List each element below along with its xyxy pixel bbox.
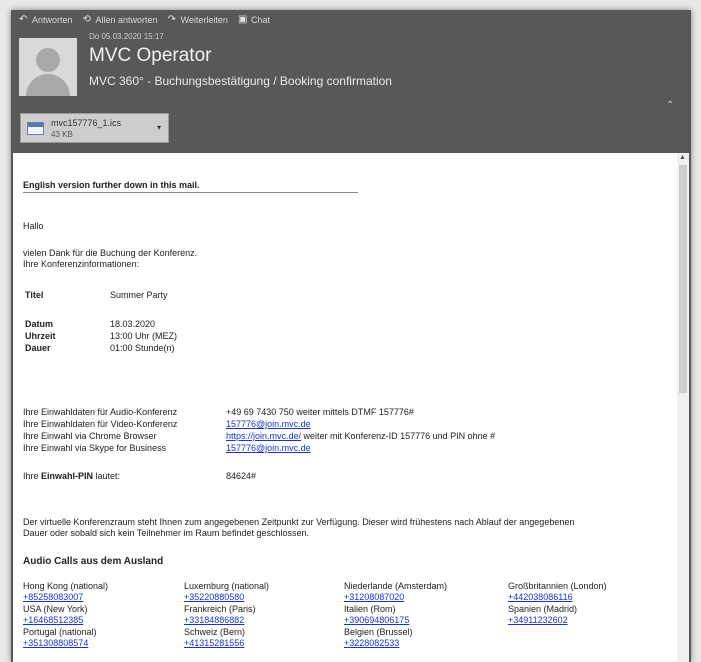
detail-value-title: Summer Party — [110, 290, 168, 300]
browser-dialin-suffix: weiter mit Konferenz-ID 157776 und PIN o… — [301, 431, 496, 441]
reply-button[interactable]: ↶ Antworten — [19, 14, 73, 26]
detail-value-duration: 01:00 Stunde(n) — [110, 343, 175, 353]
chat-icon: ▣ — [237, 14, 248, 25]
message-body: English version further down in this mai… — [13, 153, 689, 662]
chevron-down-icon[interactable]: ▾ — [157, 123, 161, 132]
phone-number-link[interactable]: +35220880580 — [184, 592, 244, 602]
phone-number-link[interactable]: +3228082533 — [344, 638, 399, 648]
country-label: Portugal (national) — [23, 627, 97, 637]
dialin-label-video: Ihre Einwahldaten für Video-Konferenz — [23, 419, 178, 429]
skype-dialin-link[interactable]: 157776@join.mvc.de — [226, 443, 311, 453]
reply-label: Antworten — [32, 15, 73, 25]
sender-name[interactable]: MVC Operator — [89, 45, 211, 67]
country-label: USA (New York) — [23, 604, 88, 614]
calendar-file-icon — [27, 122, 44, 135]
phone-number-link[interactable]: +31208087020 — [344, 592, 404, 602]
dialin-label-audio: Ihre Einwahldaten für Audio-Konferenz — [23, 407, 178, 417]
attachment-item[interactable]: mvc157776_1.ics 43 KB ▾ — [20, 113, 169, 143]
detail-label-date: Datum — [25, 319, 54, 329]
phone-number-link[interactable]: +351308808574 — [23, 638, 88, 648]
greeting: Hallo — [23, 221, 44, 231]
pin-label-prefix: Ihre — [23, 471, 42, 481]
forward-button[interactable]: ↷ Weiterleiten — [167, 14, 228, 26]
reply-all-icon: ⟲ — [82, 14, 91, 25]
country-label: Spanien (Madrid) — [508, 604, 578, 614]
intro-line: Ihre Konferenzinformationen: — [23, 259, 140, 269]
country-label: Hong Kong (national) — [23, 581, 109, 591]
attachment-size: 43 KB — [51, 130, 73, 139]
dialin-value-audio: +49 69 7430 750 weiter mittels DTMF 1577… — [226, 407, 414, 417]
scrollbar-thumb[interactable] — [679, 165, 687, 393]
forward-icon: ↷ — [167, 14, 176, 25]
country-label: Belgien (Brussel) — [344, 627, 413, 637]
phone-number-link[interactable]: +85258083007 — [23, 592, 83, 602]
reply-all-label: Allen antworten — [95, 15, 158, 25]
country-label: Frankreich (Paris) — [184, 604, 256, 614]
vertical-scrollbar[interactable]: ▲ — [677, 153, 689, 662]
avatar-head-shape — [36, 48, 60, 72]
pin-label-suffix: lautet: — [93, 471, 121, 481]
country-label: Italien (Rom) — [344, 604, 396, 614]
message-header: ↶ Antworten ⟲ Allen antworten ↷ Weiterle… — [11, 10, 691, 148]
phone-number-link[interactable]: +33184886882 — [184, 615, 244, 625]
sender-avatar[interactable] — [19, 38, 77, 96]
avatar-body-shape — [26, 74, 70, 96]
phone-number-link[interactable]: +442038086116 — [508, 592, 573, 602]
scroll-up-icon[interactable]: ▲ — [679, 154, 686, 161]
country-label: Luxemburg (national) — [184, 581, 270, 591]
attachment-name: mvc157776_1.ics — [51, 118, 122, 128]
pin-label: Ihre Einwahl-PIN lautet: — [23, 471, 120, 481]
country-label: Großbritannien (London) — [508, 581, 607, 591]
dialin-label-skype: Ihre Einwahl via Skype for Business — [23, 443, 167, 453]
forward-label: Weiterleiten — [180, 15, 228, 25]
country-label: Niederlande (Amsterdam) — [344, 581, 448, 591]
detail-value-date: 18.03.2020 — [110, 319, 156, 329]
country-label: Schweiz (Bern) — [184, 627, 246, 637]
chat-button[interactable]: ▣ Chat — [237, 14, 270, 26]
phone-number-link[interactable]: +34911232602 — [508, 615, 568, 625]
collapse-header-icon[interactable]: ⌃ — [666, 100, 674, 111]
message-actions-toolbar: ↶ Antworten ⟲ Allen antworten ↷ Weiterle… — [19, 14, 270, 26]
english-version-notice: English version further down in this mai… — [23, 180, 200, 190]
chat-label: Chat — [250, 15, 270, 25]
pin-label-bold: Einwahl-PIN — [41, 471, 94, 481]
phone-number-link[interactable]: +390694806175 — [344, 615, 409, 625]
dialin-value-browser: https://join.mvc.de/ weiter mit Konferen… — [226, 431, 495, 441]
browser-dialin-link[interactable]: https://join.mvc.de/ — [226, 431, 301, 441]
message-date: Do 05.03.2020 15:17 — [89, 32, 164, 41]
reply-icon: ↶ — [19, 14, 28, 25]
detail-label-duration: Dauer — [25, 343, 51, 353]
detail-label-title: Titel — [25, 290, 44, 300]
email-reading-window: ↶ Antworten ⟲ Allen antworten ↷ Weiterle… — [11, 10, 691, 662]
phone-number-link[interactable]: +41315281556 — [184, 638, 244, 648]
room-info-line: Der virtuelle Konferenzraum steht Ihnen … — [23, 517, 575, 527]
detail-value-time: 13:00 Uhr (MEZ) — [110, 331, 178, 341]
video-dialin-link[interactable]: 157776@join.mvc.de — [226, 419, 311, 429]
phone-number-link[interactable]: +16468512385 — [23, 615, 83, 625]
room-info-line: Dauer oder sobald sich kein Teilnehmer i… — [23, 528, 309, 538]
intro-line: vielen Dank für die Buchung der Konferen… — [23, 248, 198, 258]
message-subject: MVC 360° - Buchungsbestätigung / Booking… — [89, 74, 392, 88]
audio-calls-heading: Audio Calls aus dem Ausland — [23, 556, 164, 567]
reply-all-button[interactable]: ⟲ Allen antworten — [82, 14, 158, 26]
divider — [23, 192, 358, 193]
detail-label-time: Uhrzeit — [25, 331, 56, 341]
dialin-label-browser: Ihre Einwahl via Chrome Browser — [23, 431, 157, 441]
pin-value: 84624# — [226, 471, 257, 481]
